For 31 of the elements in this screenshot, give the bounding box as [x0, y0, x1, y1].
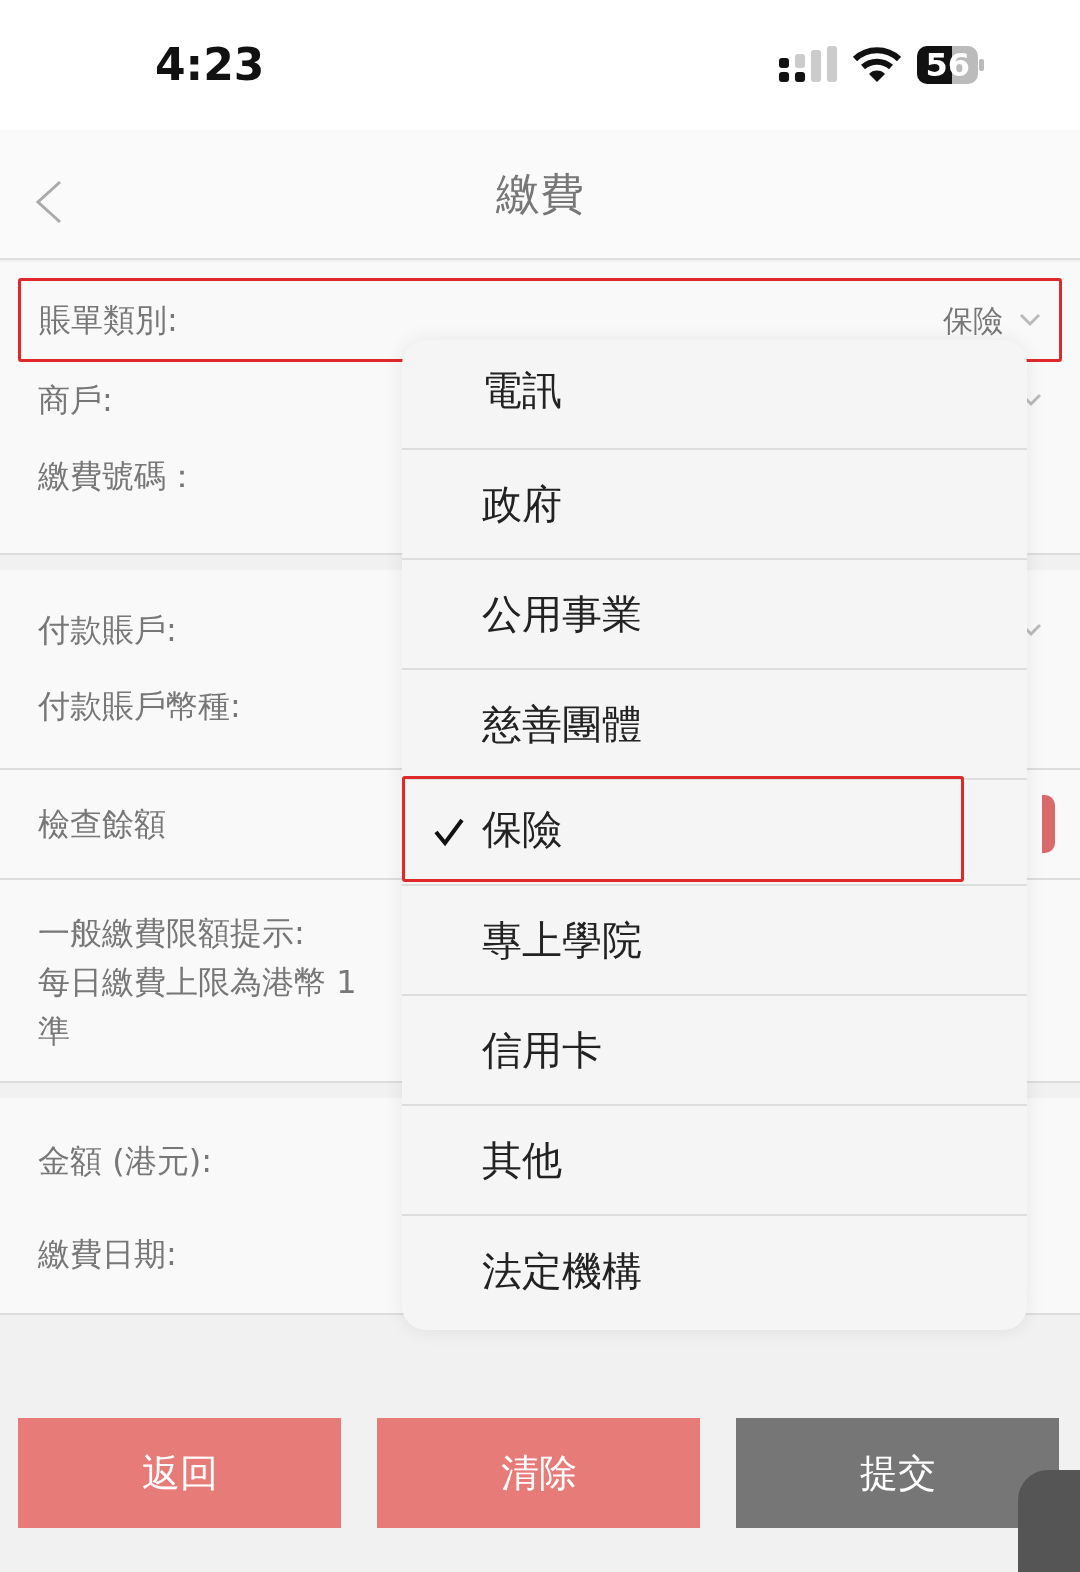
- field-label: 金額 (港元):: [38, 1140, 212, 1182]
- dropdown-option[interactable]: 政府: [402, 450, 1027, 558]
- field-label: 付款賬戶:: [38, 610, 177, 651]
- field-label: 準: [38, 1010, 70, 1052]
- field-label: 檢查餘額: [38, 804, 166, 845]
- wifi-icon: [853, 47, 902, 83]
- dropdown-option[interactable]: 公用事業: [402, 560, 1027, 668]
- field-label: 賬單類別:: [39, 300, 178, 341]
- dropdown-option[interactable]: 慈善團體: [402, 670, 1027, 778]
- dropdown-option[interactable]: 保險: [402, 776, 964, 882]
- check-balance-button[interactable]: [1042, 795, 1055, 853]
- page-title: 繳費: [496, 167, 584, 221]
- field-value[interactable]: 保險: [943, 297, 1003, 343]
- status-time: 4:23: [155, 38, 265, 92]
- field-label: 一般繳費限額提示:: [38, 912, 305, 954]
- dropdown-option[interactable]: 其他: [402, 1106, 1027, 1214]
- dropdown-option[interactable]: 專上學院: [402, 886, 1027, 994]
- field-label: 商戶:: [38, 380, 113, 421]
- action-button[interactable]: 提交: [736, 1418, 1059, 1528]
- dropdown-option[interactable]: 電訊: [402, 340, 1027, 448]
- field-label: 付款賬戶幣種:: [38, 686, 241, 727]
- battery-tip-icon: [978, 58, 984, 72]
- back-button[interactable]: [34, 180, 64, 224]
- field-label: 繳費號碼：: [38, 456, 198, 497]
- chevron-down-icon: [1019, 313, 1041, 327]
- field-label: 繳費日期:: [38, 1233, 177, 1275]
- dropdown-option[interactable]: 信用卡: [402, 996, 1027, 1104]
- floating-button[interactable]: [1018, 1470, 1080, 1572]
- dropdown-option[interactable]: 法定機構: [402, 1216, 1027, 1326]
- signal-icon: [779, 46, 838, 84]
- field-label: 每日繳費上限為港幣 1: [38, 961, 357, 1003]
